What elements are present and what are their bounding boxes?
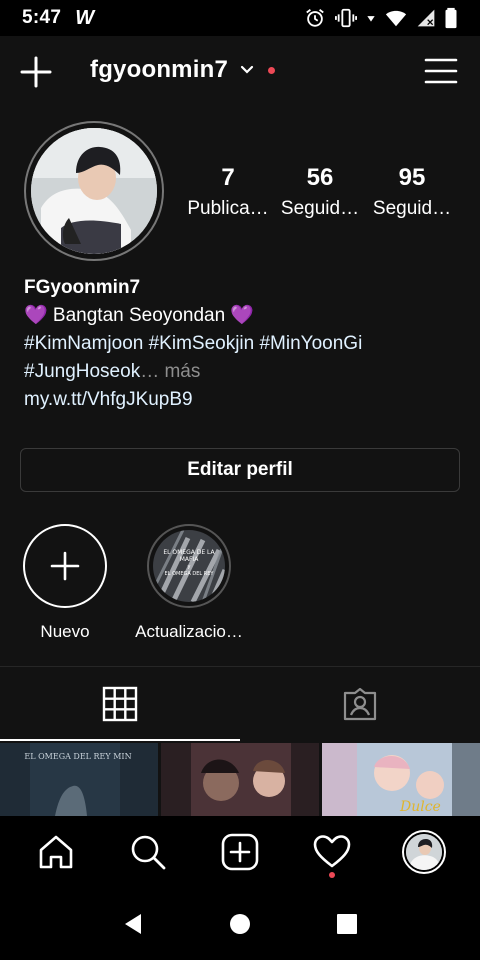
posts-grid: EL OMEGA DEL REY MIN Dulce <box>0 743 480 816</box>
stat-followers[interactable]: 56 Seguid… <box>274 164 366 220</box>
post-thumbnail[interactable] <box>161 743 319 816</box>
nav-activity[interactable] <box>302 822 362 882</box>
tagged-icon <box>343 687 377 721</box>
stat-following[interactable]: 95 Seguid… <box>366 164 458 220</box>
profile-stats: 7 Publica… 56 Seguid… 95 Seguid… <box>182 164 472 220</box>
highlight-cover-text: EL OMEGA DEL REY <box>165 571 215 577</box>
vibrate-icon <box>335 8 357 28</box>
stat-following-label: Seguid… <box>372 198 452 219</box>
bio-hashtags[interactable]: #KimNamjoon #KimSeokjin #MinYoonGi <box>24 330 464 358</box>
tab-grid[interactable] <box>0 667 240 741</box>
plus-icon <box>50 551 80 581</box>
avatar-small-image <box>406 834 442 870</box>
bottom-navigation <box>0 816 480 888</box>
post-title: Dulce <box>399 799 441 815</box>
highlight-new-circle <box>23 524 107 608</box>
highlight-cover-text: MAFIA <box>180 556 200 563</box>
more-link[interactable]: … más <box>140 361 200 382</box>
profile-avatar[interactable] <box>24 121 164 261</box>
header-username: fgyoonmin7 <box>90 56 228 83</box>
back-icon[interactable] <box>121 912 145 936</box>
recents-icon[interactable] <box>335 912 359 936</box>
signal-icon <box>417 9 435 27</box>
status-icons <box>304 7 458 29</box>
bio-line-truncated: #JungHoseok… más <box>24 358 464 386</box>
stat-posts-count: 7 <box>221 164 235 191</box>
profile-tabs <box>0 667 480 741</box>
avatar-photo <box>31 128 157 254</box>
highlight-cover-text: EL OMEGA DE LA <box>163 549 215 556</box>
nav-home[interactable] <box>26 822 86 882</box>
post-image <box>161 743 319 816</box>
data-arrow-icon <box>367 16 375 22</box>
highlight-cover-image: EL OMEGA DE LA MAFIA y EL OMEGA DEL REY <box>153 530 225 602</box>
stat-posts-label: Publica… <box>187 198 269 219</box>
story-highlights: Nuevo EL OMEGA DE LA MAFIA y EL OMEGA DE… <box>0 524 480 644</box>
edit-profile-button[interactable]: Editar perfil <box>20 448 460 492</box>
stat-posts[interactable]: 7 Publica… <box>182 164 274 220</box>
system-navigation-bar <box>0 888 480 960</box>
alarm-icon <box>306 9 324 27</box>
bio-line: 💜 Bangtan Seoyondan 💜 <box>24 305 255 326</box>
notification-dot <box>268 66 275 74</box>
battery-icon <box>445 7 457 29</box>
profile-avatar-small <box>402 830 446 874</box>
status-bar: 5:47 W <box>0 0 480 36</box>
highlight-label: Actualizacio… <box>135 622 243 641</box>
stat-followers-count: 56 <box>306 164 334 191</box>
tab-tagged[interactable] <box>240 667 480 741</box>
highlight-new[interactable]: Nuevo <box>0 524 130 642</box>
profile-screen: fgyoonmin7 7 Publica… 56 Seguid… 95 Segu… <box>0 36 480 816</box>
bio-website-link[interactable]: my.w.tt/VhfgJKupB9 <box>24 386 464 414</box>
activity-notification-dot <box>329 872 335 878</box>
chevron-down-icon <box>240 65 254 74</box>
stat-following-count: 95 <box>398 164 426 191</box>
account-switcher[interactable]: fgyoonmin7 <box>90 56 275 84</box>
avatar-image <box>31 128 157 254</box>
post-thumbnail[interactable]: Dulce <box>322 743 480 816</box>
profile-bio: FGyoonmin7 💜 Bangtan Seoyondan 💜 #KimNam… <box>24 274 464 414</box>
highlight-label: Nuevo <box>40 622 90 641</box>
search-icon <box>131 835 166 870</box>
highlight-cover-text: y <box>188 564 191 570</box>
profile-header: fgyoonmin7 <box>0 36 480 108</box>
status-time: 5:47 <box>22 7 62 28</box>
heart-icon <box>313 835 351 868</box>
profile-name: FGyoonmin7 <box>24 277 141 298</box>
post-title: EL OMEGA DEL REY MIN <box>24 752 131 761</box>
add-post-icon <box>221 833 259 871</box>
stat-followers-label: Seguid… <box>280 198 360 219</box>
nav-profile[interactable] <box>394 822 454 882</box>
post-image: EL OMEGA DEL REY MIN <box>0 743 158 816</box>
home-icon <box>39 835 73 869</box>
bio-hashtag[interactable]: #JungHoseok <box>24 361 140 382</box>
home-button-icon[interactable] <box>228 912 252 936</box>
highlight-actualizaciones[interactable]: EL OMEGA DE LA MAFIA y EL OMEGA DEL REY … <box>124 524 254 642</box>
highlight-cover: EL OMEGA DE LA MAFIA y EL OMEGA DEL REY <box>147 524 231 608</box>
hamburger-menu-icon[interactable] <box>424 56 458 86</box>
post-image: Dulce <box>322 743 480 816</box>
grid-icon <box>102 686 138 722</box>
wattpad-notification-icon: W <box>75 6 95 29</box>
nav-search[interactable] <box>118 822 178 882</box>
new-post-plus-icon[interactable] <box>18 54 54 90</box>
nav-new-post[interactable] <box>210 822 270 882</box>
wifi-icon <box>385 10 407 27</box>
avatar-photo-small <box>406 834 442 870</box>
post-thumbnail[interactable]: EL OMEGA DEL REY MIN <box>0 743 158 816</box>
